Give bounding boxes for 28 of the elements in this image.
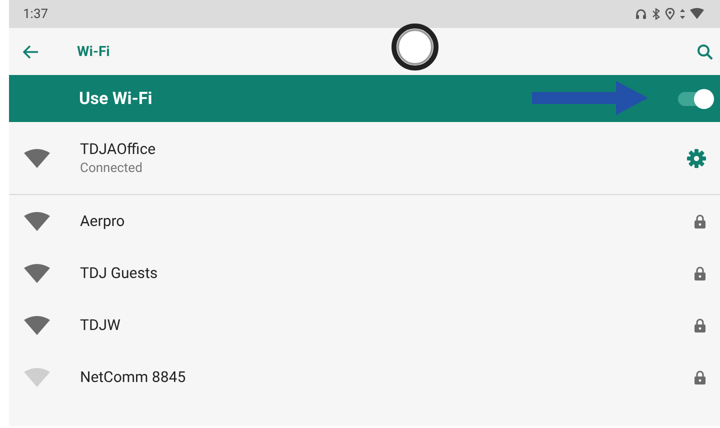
lock-icon [694,370,706,384]
network-row[interactable]: Aerpro [9,195,720,247]
arrow-icon [532,81,648,115]
settings-icon[interactable] [687,148,706,168]
lock-icon [694,266,706,280]
headphones-icon [635,8,647,20]
network-name: TDJW [80,316,122,334]
network-row[interactable]: NetComm 8845 [9,351,720,403]
network-status: Connected [80,161,144,176]
network-name: TDJAOffice [80,140,157,158]
search-icon[interactable] [697,44,713,60]
network-row[interactable]: TDJW [9,299,720,351]
back-arrow-icon[interactable] [23,44,39,58]
wifi-icon [690,8,704,20]
data-arrows-icon [680,8,685,20]
master-switch-label: Use Wi-Fi [79,88,152,108]
network-name: Aerpro [80,212,126,230]
lock-icon [694,214,706,228]
lock-icon [694,318,706,332]
network-row[interactable]: TDJ Guests [9,247,720,299]
location-icon [665,8,675,20]
network-name: NetComm 8845 [80,368,187,386]
touch-button-icon[interactable] [391,23,439,71]
status-time: 1:37 [23,6,48,22]
wifi-toggle[interactable] [678,92,712,106]
bluetooth-icon [652,8,660,20]
network-name: TDJ Guests [80,264,159,282]
toolbar-title: Wi-Fi [77,44,111,60]
